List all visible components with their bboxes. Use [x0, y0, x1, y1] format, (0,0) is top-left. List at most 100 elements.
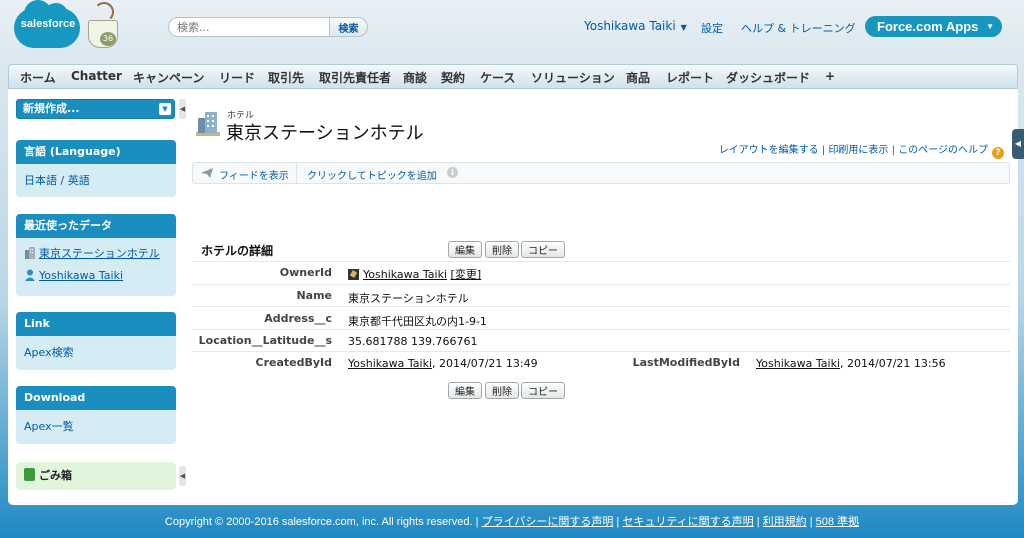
- terms-link[interactable]: 利用規約: [763, 516, 807, 528]
- footer: Copyright © 2000-2016 salesforce.com, in…: [164, 516, 860, 528]
- info-icon[interactable]: i: [447, 167, 458, 178]
- page-help-link[interactable]: このページのヘルプ: [898, 145, 988, 156]
- recycle-bin-icon: [24, 468, 35, 481]
- divider: [192, 261, 1010, 262]
- add-topic-link[interactable]: クリックしてトピックを追加: [307, 167, 437, 182]
- tab-campaigns[interactable]: キャンペーン: [133, 69, 204, 86]
- tab-dashboards[interactable]: ダッシュボード: [726, 69, 810, 86]
- divider: [296, 163, 297, 183]
- show-feed-link[interactable]: フィードを表示: [219, 167, 289, 182]
- tab-contacts[interactable]: 取引先責任者: [319, 69, 391, 86]
- location-value: 35.681788 139.766761: [348, 335, 478, 348]
- change-owner-link[interactable]: [変更]: [451, 268, 482, 281]
- 508-compliance-link[interactable]: 508 準拠: [816, 516, 859, 528]
- app-menu-button[interactable]: Force.com Apps ▼: [865, 16, 1002, 37]
- tab-leads[interactable]: リード: [219, 69, 255, 86]
- delete-button[interactable]: 削除: [485, 241, 519, 258]
- modified-date: , 2014/07/21 13:56: [840, 357, 946, 370]
- page-title: 東京ステーションホテル: [226, 123, 424, 144]
- owner-label: OwnerId: [279, 266, 332, 279]
- search-button[interactable]: 検索: [330, 17, 368, 37]
- sidebar-download: Download Apex一覧: [16, 386, 176, 444]
- security-link[interactable]: セキュリティに関する声明: [622, 516, 753, 528]
- arrow-left-icon: ◀: [179, 105, 186, 113]
- modified-by-user-link[interactable]: Yoshikawa Taiki: [756, 357, 840, 370]
- building-icon: [25, 247, 35, 259]
- copy-button-bottom[interactable]: コピー: [521, 382, 565, 399]
- sidebar-collapse-handle-bottom[interactable]: ◀: [179, 466, 186, 486]
- divider: [192, 306, 1010, 307]
- hotel-building-icon: [196, 112, 220, 136]
- steam-icon: [94, 2, 114, 22]
- tab-bar: ホーム Chatter キャンペーン リード 取引先 取引先責任者 商談 契約 …: [8, 64, 1018, 89]
- caret-down-icon: ▼: [680, 23, 687, 32]
- caret-down-icon: ▼: [986, 22, 994, 31]
- sidebar-language: 言語 (Language) 日本語 / 英語: [16, 140, 176, 197]
- sidebar-recent-user-label: Yoshikawa Taiki: [39, 269, 124, 282]
- modified-by-value: Yoshikawa Taiki, 2014/07/21 13:56: [756, 357, 946, 370]
- person-icon: [25, 269, 35, 281]
- sidebar-item-apex-search[interactable]: Apex検索: [16, 342, 176, 364]
- help-icon[interactable]: ?: [992, 147, 1004, 159]
- tab-contracts[interactable]: 契約: [441, 69, 465, 86]
- sidebar-item-language[interactable]: 日本語 / 英語: [16, 170, 176, 192]
- tab-solutions[interactable]: ソリューション: [531, 69, 615, 86]
- tab-accounts[interactable]: 取引先: [268, 69, 304, 86]
- sidebar-recent-items: 最近使ったデータ 東京ステーションホテル Yoshikawa Taiki: [16, 214, 176, 296]
- sidebar-collapse-handle[interactable]: ◀: [179, 99, 186, 119]
- sidebar-recent-user[interactable]: Yoshikawa Taiki: [16, 265, 176, 287]
- global-search: 検索: [168, 17, 368, 37]
- recycle-bin-label: ごみ箱: [39, 469, 72, 482]
- address-value: 東京都千代田区丸の内1-9-1: [348, 315, 487, 328]
- address-label: Address__c: [264, 312, 332, 325]
- sidebar-recent-hotel[interactable]: 東京ステーションホテル: [16, 243, 176, 265]
- name-label: Name: [296, 289, 332, 302]
- setup-link[interactable]: 設定: [701, 20, 723, 36]
- delete-button-bottom[interactable]: 削除: [485, 382, 519, 399]
- copy-button[interactable]: コピー: [521, 241, 565, 258]
- printable-view-link[interactable]: 印刷用に表示: [828, 145, 888, 156]
- user-avatar-icon: [348, 269, 359, 280]
- sidebar-language-header: 言語 (Language): [16, 140, 176, 164]
- divider: [192, 284, 1010, 285]
- copyright-text: Copyright © 2000-2016 salesforce.com, in…: [164, 516, 479, 528]
- logo-text: salesforce: [20, 18, 76, 30]
- right-panel-handle[interactable]: ◀: [1012, 129, 1024, 159]
- sidebar-recent-header: 最近使ったデータ: [16, 214, 176, 238]
- salesforce-logo[interactable]: salesforce: [14, 0, 82, 48]
- tab-opportunities[interactable]: 商談: [403, 69, 427, 86]
- created-by-value: Yoshikawa Taiki, 2014/07/21 13:49: [348, 357, 538, 370]
- created-by-user-link[interactable]: Yoshikawa Taiki: [348, 357, 432, 370]
- create-new-dropdown[interactable]: 新規作成... ▼: [16, 99, 175, 119]
- sidebar-item-apex-list[interactable]: Apex一覧: [16, 416, 176, 438]
- mascot-mug-icon: 36: [86, 2, 122, 48]
- feed-icon: [201, 168, 213, 178]
- created-date: , 2014/07/21 13:49: [432, 357, 538, 370]
- caret-down-icon: ▼: [159, 103, 171, 115]
- user-menu[interactable]: Yoshikawa Taiki ▼: [584, 19, 687, 33]
- location-label: Location__Latitude__s: [198, 334, 332, 347]
- tab-reports[interactable]: レポート: [666, 69, 714, 86]
- owner-value: Yoshikawa Taiki [変更]: [348, 266, 481, 282]
- sidebar-link: Link Apex検索: [16, 312, 176, 370]
- feed-toolbar: フィードを表示 クリックしてトピックを追加 i: [192, 162, 1010, 184]
- search-input[interactable]: [168, 17, 330, 37]
- sidebar-recycle-bin[interactable]: ごみ箱: [16, 462, 176, 490]
- release-number-badge: 36: [100, 32, 116, 46]
- tab-products[interactable]: 商品: [626, 69, 650, 86]
- owner-link[interactable]: Yoshikawa Taiki: [363, 268, 447, 281]
- edit-layout-link[interactable]: レイアウトを編集する: [719, 145, 819, 156]
- divider: [192, 351, 1010, 352]
- edit-button[interactable]: 編集: [448, 241, 482, 258]
- tab-chatter[interactable]: Chatter: [71, 69, 122, 83]
- arrow-left-icon: ◀: [179, 472, 186, 480]
- help-training-link[interactable]: ヘルプ & トレーニング: [741, 20, 856, 36]
- detail-section-title: ホテルの詳細: [201, 244, 274, 258]
- tab-cases[interactable]: ケース: [480, 69, 515, 86]
- tab-home[interactable]: ホーム: [20, 69, 56, 86]
- arrow-left-icon: ◀: [1014, 139, 1022, 148]
- edit-button-bottom[interactable]: 編集: [448, 382, 482, 399]
- modified-by-label: LastModifiedById: [632, 356, 740, 369]
- tab-all-tabs[interactable]: +: [825, 69, 835, 83]
- privacy-link[interactable]: プライバシーに関する声明: [482, 516, 614, 528]
